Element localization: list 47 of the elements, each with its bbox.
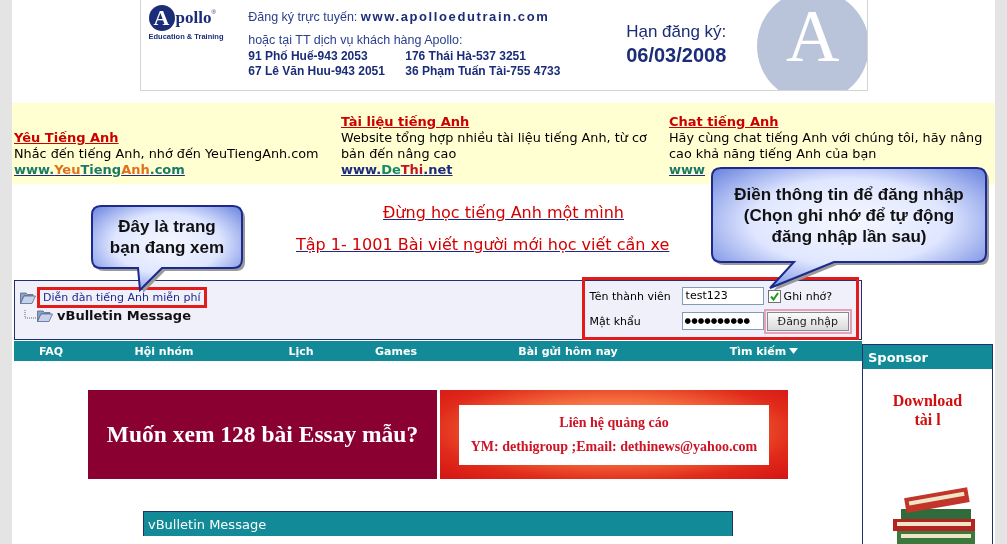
heading-link[interactable]: Tập 1- 1001 Bài viết người mới học viết cần xe — [296, 234, 670, 254]
folder-icon — [37, 309, 53, 322]
breadcrumb-link[interactable]: Diễn đàn tiếng Anh miễn phí — [43, 291, 201, 304]
ad-title: Liên hệ quảng cáo — [559, 414, 669, 431]
promo-description: Hãy cùng chat tiếng Anh với chúng tôi, hãy nâng cao khả năng tiếng Anh của bạn — [669, 129, 984, 162]
sponsor-link[interactable]: Download tài l — [884, 391, 971, 429]
tree-connector-icon — [23, 309, 37, 322]
ad-banner[interactable]: Liên hệ quảng cáo YM: dethigroup ;Email: dethinews@yahoo.com — [440, 390, 788, 479]
deadline-date: 06/03/2008 — [626, 44, 727, 67]
callout-text: Đây là trang bạn đang xem — [109, 216, 225, 258]
ad-contact-text: YM: dethigroup ;Email: dethinews@yahoo.com — [470, 438, 758, 455]
promo-url-link[interactable]: www.DeThi.net — [341, 161, 453, 178]
ad-banner[interactable]: Muốn xem 128 bài Essay mẫu? — [88, 390, 437, 479]
sponsor-title: Sponsor — [868, 349, 928, 365]
promo-url-link[interactable]: www.YeuTiengAnh.com — [14, 161, 185, 178]
username-label: Tên thành viên — [589, 289, 671, 303]
promo-description: Nhắc đến tiếng Anh, nhớ đến YeuTiengAnh.com — [14, 145, 320, 162]
promo-description: Website tổng hợp nhiều tài liệu tiếng Anh, từ cơ bản đến nâng cao — [341, 129, 648, 162]
folder-icon — [20, 291, 36, 304]
nav-link[interactable]: Games — [375, 344, 417, 358]
logo-emblem: A — [756, 0, 867, 90]
checkbox-label: Ghi nhớ? — [783, 289, 833, 303]
checkbox[interactable] — [767, 289, 781, 303]
ad-text: Muốn xem 128 bài Essay mẫu? — [106, 421, 419, 448]
callout-text: Điền thông tin để đăng nhập (Chọn ghi nhớ để tự động đăng nhập lần sau) — [734, 183, 964, 247]
page-title: vBulletin Message — [57, 308, 191, 323]
nav-link[interactable]: Tìm kiếm — [729, 344, 799, 358]
heading-link[interactable]: Đừng học tiếng Anh một mình — [382, 202, 624, 222]
password-label: Mật khẩu — [589, 314, 641, 328]
nav-link[interactable]: Bài gửi hôm nay — [518, 344, 618, 358]
address-text: 176 Thái Hà-537 3251 — [405, 49, 526, 63]
promo-title-link[interactable]: Yêu Tiếng Anh — [14, 129, 119, 146]
address-text: 91 Phố Huế-943 2053 — [248, 49, 368, 63]
registration-text: Đăng ký trực tuyến: www.apolloedutrain.com — [248, 9, 550, 24]
username-field[interactable]: test123 — [681, 287, 764, 305]
login-button[interactable]: Đăng nhập — [766, 311, 849, 331]
nav-link[interactable]: FAQ — [38, 344, 64, 358]
promo-url-link[interactable]: www — [669, 161, 706, 178]
nav-link[interactable]: Lịch — [288, 344, 314, 358]
promo-title-link[interactable]: Chat tiếng Anh — [669, 113, 779, 130]
service-text: hoặc tại TT dịch vụ khách hàng Apollo: — [248, 33, 463, 47]
deadline-label: Hạn đăng ký: — [626, 22, 727, 42]
message-title: vBulletin Message — [148, 516, 267, 532]
address-text: 36 Phạm Tuấn Tài-755 4733 — [405, 64, 561, 78]
nav-link[interactable]: Hội nhóm — [134, 344, 194, 358]
promo-title-link[interactable]: Tài liệu tiếng Anh — [341, 113, 470, 130]
address-text: 67 Lê Văn Huu-943 2051 — [248, 64, 385, 78]
